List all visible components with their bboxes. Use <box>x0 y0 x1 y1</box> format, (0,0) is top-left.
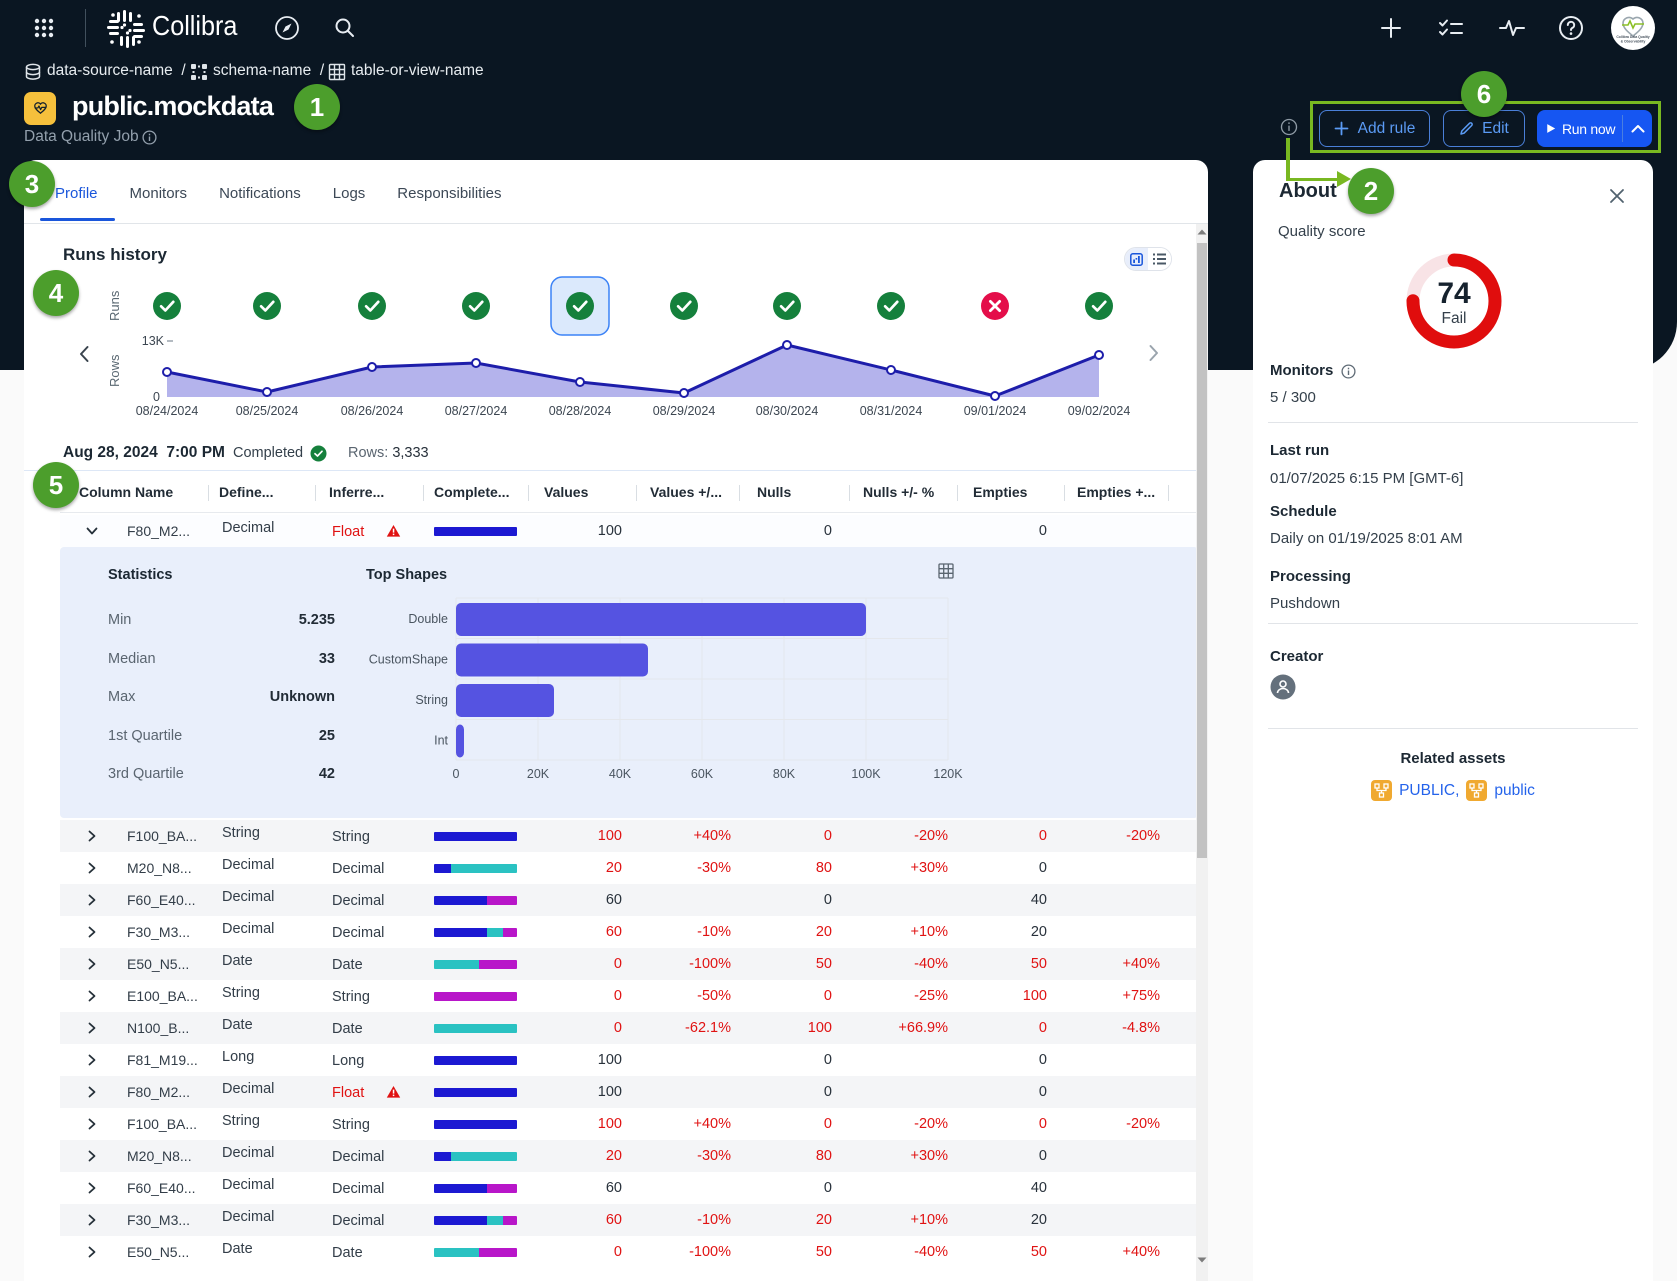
svg-text:08/31/2024: 08/31/2024 <box>860 404 923 418</box>
svg-text:09/02/2024: 09/02/2024 <box>1068 404 1131 418</box>
svg-text:09/01/2024: 09/01/2024 <box>964 404 1027 418</box>
svg-text:String: String <box>415 693 448 707</box>
svg-text:40K: 40K <box>609 767 632 781</box>
svg-text:13K: 13K <box>142 334 165 348</box>
svg-text:0: 0 <box>453 767 460 781</box>
svg-text:Fail: Fail <box>1442 310 1467 327</box>
svg-text:08/25/2024: 08/25/2024 <box>236 404 299 418</box>
svg-text:08/27/2024: 08/27/2024 <box>445 404 508 418</box>
svg-text:08/26/2024: 08/26/2024 <box>341 404 404 418</box>
svg-text:Double: Double <box>408 612 448 626</box>
svg-text:CustomShape: CustomShape <box>369 653 448 667</box>
svg-text:74: 74 <box>1437 277 1471 310</box>
svg-text:120K: 120K <box>933 767 963 781</box>
svg-text:80K: 80K <box>773 767 796 781</box>
svg-text:08/30/2024: 08/30/2024 <box>756 404 819 418</box>
svg-text:Collibra Data Quality: Collibra Data Quality <box>1616 35 1649 39</box>
svg-text:08/24/2024: 08/24/2024 <box>136 404 199 418</box>
svg-text:60K: 60K <box>691 767 714 781</box>
svg-text:0: 0 <box>153 390 160 404</box>
svg-text:08/28/2024: 08/28/2024 <box>549 404 612 418</box>
svg-text:& Observability: & Observability <box>1621 40 1646 44</box>
svg-text:Int: Int <box>434 734 448 748</box>
svg-text:100K: 100K <box>851 767 881 781</box>
svg-text:20K: 20K <box>527 767 550 781</box>
svg-text:08/29/2024: 08/29/2024 <box>653 404 716 418</box>
